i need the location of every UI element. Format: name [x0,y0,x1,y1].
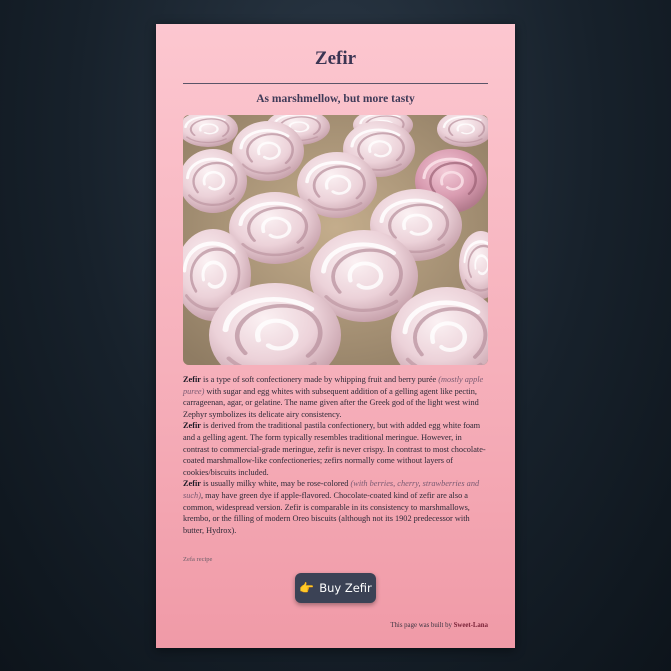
page-subtitle: As marshmellow, but more tasty [256,93,415,105]
description: Zefir is a type of soft confectionery ma… [183,374,488,536]
buy-zefir-button[interactable]: 👉 Buy Zefir [295,573,376,603]
zefir-image [183,115,488,365]
paragraph-2: Zefir is derived from the traditional pa… [183,420,488,478]
term: Zefir [183,421,201,431]
term: Zefir [183,375,201,384]
paragraph-3: Zefir is usually milky white, may be ros… [183,478,488,536]
pointing-hand-icon: 👉 [299,581,315,595]
page-card: Zefir As marshmellow, but more tasty Zef… [156,24,515,648]
paragraph-text: with sugar and egg whites with subsequen… [183,386,479,419]
image-caption: Zefa recipe [183,556,213,563]
term: Zefir [183,479,201,489]
page-footer: This page was built by Sweet-Lana [390,622,488,629]
paragraph-1: Zefir is a type of soft confectionery ma… [183,374,488,420]
buy-button-label: Buy Zefir [319,581,372,595]
paragraph-text: , may have green dye if apple-flavored. … [183,490,470,535]
paragraph-text: is a type of soft confectionery made by … [200,375,439,384]
footer-text: This page was built by [390,622,452,629]
paragraph-text: is usually milky white, may be rose-colo… [200,479,351,489]
page-title: Zefir [314,48,357,69]
paragraph-text: is derived from the traditional pastila … [183,421,486,477]
zefir-photo [183,115,488,365]
title-divider [183,83,488,84]
author-name[interactable]: Sweet-Lana [454,622,488,629]
